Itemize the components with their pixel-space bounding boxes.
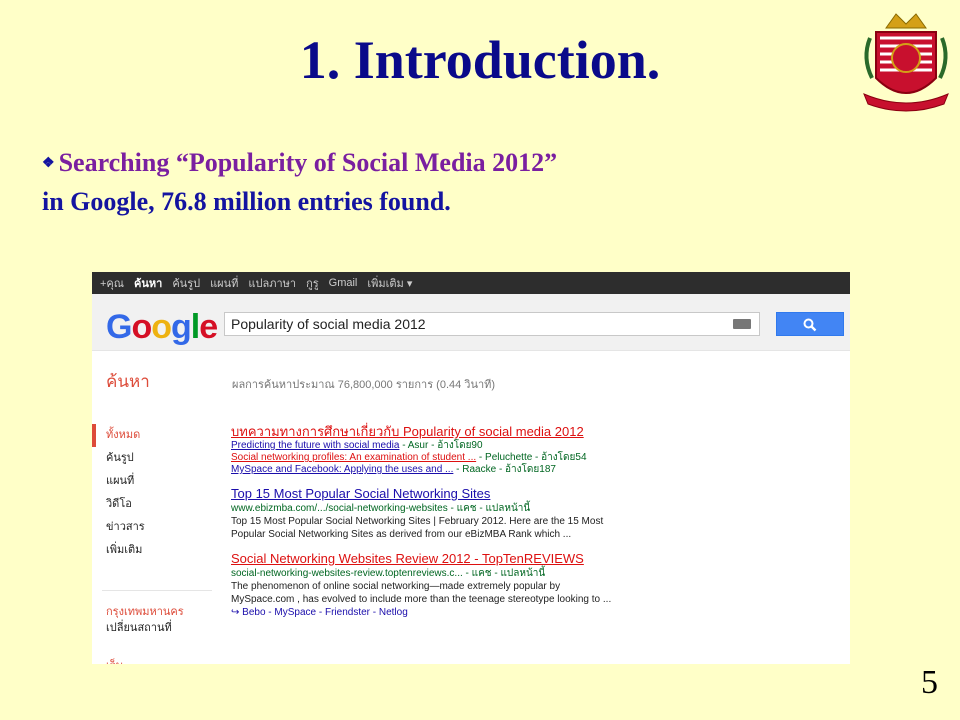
google-search-screenshot: +คุณ ค้นหา ค้นรูป แผนที่ แปลภาษา กูรู Gm… [92,272,850,664]
result-url[interactable]: www.ebizmba.com/.../social-networking-we… [231,502,841,515]
search-section-label: ค้นหา [106,372,150,391]
keyboard-icon[interactable] [733,319,751,329]
nav-item-web[interactable]: เว็บ [106,656,123,664]
topbar-item-translate[interactable]: แปลภาษา [248,274,296,292]
result-scholar: บทความทางการศึกษาเกี่ยวกับ Popularity of… [231,424,841,476]
result-snippet: Top 15 Most Popular Social Networking Si… [231,516,604,527]
nav-item-more[interactable]: เพิ่มเติม [92,539,212,562]
scholar-link[interactable]: Social networking profiles: An examinati… [231,452,476,463]
scholar-link[interactable]: Predicting the future with social media [231,440,399,451]
result-title[interactable]: Top 15 Most Popular Social Networking Si… [231,486,841,502]
result-stats: ผลการค้นหาประมาณ 76,800,000 รายการ (0.44… [232,379,496,391]
bullet-line-2: in Google, 76.8 million entries found. [42,187,451,216]
topbar-item-maps[interactable]: แผนที่ [210,274,238,292]
nav-item-images[interactable]: ค้นรูป [92,447,212,470]
result-sitelinks[interactable]: ↪ Bebo - MySpace - Friendster - Netlog [231,606,841,620]
topbar-item-plus-you[interactable]: +คุณ [100,274,124,292]
result-url[interactable]: social-networking-websites-review.topten… [231,567,841,580]
result-toptenreviews: Social Networking Websites Review 2012 -… [231,551,841,620]
search-button[interactable] [776,312,844,336]
left-nav: ทั้งหมด ค้นรูป แผนที่ วิดีโอ ข่าวสาร เพิ… [92,424,212,562]
search-input[interactable]: Popularity of social media 2012 [224,312,760,336]
google-header: Google Popularity of social media 2012 [92,294,850,351]
topbar-item-guru[interactable]: กูรู [306,274,319,292]
slide-number: 5 [921,664,938,701]
nav-divider [102,590,212,591]
topbar-item-search[interactable]: ค้นหา [134,274,162,292]
nav-item-videos[interactable]: วิดีโอ [92,493,212,516]
result-ebizmba: Top 15 Most Popular Social Networking Si… [231,486,841,541]
scholar-meta: - Raacke - อ้างโดย187 [453,464,556,475]
result-title[interactable]: Social Networking Websites Review 2012 -… [231,551,841,567]
slide-title: 1. Introduction. [299,30,661,90]
university-crest-logo [863,13,949,112]
google-top-bar: +คุณ ค้นหา ค้นรูป แผนที่ แปลภาษา กูรู Gm… [92,272,850,294]
topbar-item-gmail[interactable]: Gmail [329,277,358,289]
bullet-text: ❖ Searching “Popularity of Social Media 2… [42,146,902,219]
result-title[interactable]: บทความทางการศึกษาเกี่ยวกับ Popularity of… [231,424,841,440]
scholar-subresult: Social networking profiles: An examinati… [231,452,841,464]
diamond-bullet-icon: ❖ [42,156,55,171]
scholar-meta: - Asur - อ้างโดย90 [399,440,483,451]
scholar-subresult: Predicting the future with social media … [231,440,841,452]
bullet-line-1: Searching “Popularity of Social Media 20… [58,148,558,177]
result-snippet: Popular Social Networking Sites as deriv… [231,529,572,540]
result-snippet: The phenomenon of online social networki… [231,581,561,592]
scholar-subresult: MySpace and Facebook: Applying the uses … [231,464,841,476]
search-results: บทความทางการศึกษาเกี่ยวกับ Popularity of… [231,424,841,630]
change-location-link[interactable]: เปลี่ยนสถานที่ [106,618,172,636]
scholar-link[interactable]: MySpace and Facebook: Applying the uses … [231,464,453,475]
nav-item-maps[interactable]: แผนที่ [92,470,212,493]
magnifier-icon [803,318,817,332]
nav-item-news[interactable]: ข่าวสาร [92,516,212,539]
google-logo[interactable]: Google [106,308,218,347]
search-query: Popularity of social media 2012 [231,316,426,332]
topbar-item-more[interactable]: เพิ่มเติม ▾ [367,274,412,292]
topbar-item-images[interactable]: ค้นรูป [172,274,200,292]
result-snippet: MySpace.com , has evolved to include mor… [231,594,612,605]
nav-item-all[interactable]: ทั้งหมด [92,424,212,447]
scholar-meta: - Peluchette - อ้างโดย54 [476,452,587,463]
